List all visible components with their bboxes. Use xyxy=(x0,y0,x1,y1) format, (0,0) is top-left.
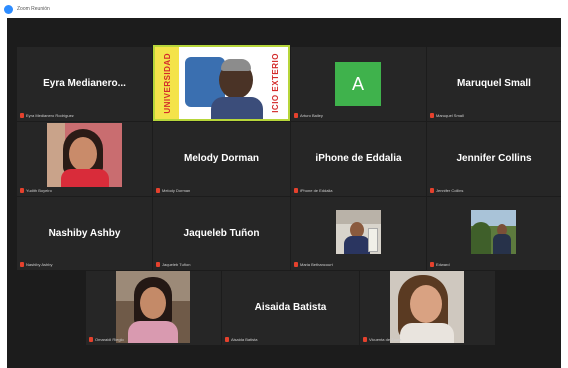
participant-tile[interactable]: iPhone de Eddalia iPhone de Eddalia xyxy=(291,122,426,196)
participant-tile[interactable]: Yudith Boyeiro xyxy=(17,122,152,196)
muted-mic-icon xyxy=(156,187,160,193)
participant-tile[interactable]: Jennifer Collins Jennifer Collins xyxy=(427,122,561,196)
participant-tile[interactable]: Edward xyxy=(427,197,561,270)
participant-tile[interactable]: Vicuenta de Zoom xyxy=(360,271,495,345)
participant-name: Eyra Medianero... xyxy=(43,77,126,89)
participant-video xyxy=(47,123,122,187)
participant-name: iPhone de Eddalia xyxy=(315,152,402,164)
muted-mic-icon xyxy=(20,112,24,118)
muted-mic-icon xyxy=(294,187,298,193)
muted-mic-icon xyxy=(430,112,434,118)
participant-tile[interactable]: Maria Bethancourt xyxy=(291,197,426,270)
muted-mic-icon xyxy=(294,261,298,267)
muted-mic-icon xyxy=(20,187,24,193)
participant-caption: Aisaida Batista xyxy=(225,335,257,343)
participant-video xyxy=(471,210,516,254)
participant-video: UNIVERSIDAD ICIO EXTERIO xyxy=(155,47,288,119)
participant-video xyxy=(336,210,381,254)
muted-mic-icon xyxy=(20,261,24,267)
window-title: Zoom Reunión xyxy=(17,6,50,12)
participant-tile[interactable]: Melody Dorman Melody Dorman xyxy=(153,122,290,196)
participant-caption: Maria Bethancourt xyxy=(294,260,333,268)
muted-mic-icon xyxy=(89,336,93,342)
participant-avatar: A xyxy=(335,62,381,106)
muted-mic-icon xyxy=(363,336,367,342)
muted-mic-icon xyxy=(430,187,434,193)
participant-name: Melody Dorman xyxy=(183,152,259,164)
participant-tile[interactable]: Omaraidi Rieglo xyxy=(86,271,221,345)
participant-name: Aisaida Batista xyxy=(254,301,327,313)
muted-mic-icon xyxy=(156,261,160,267)
window-titlebar: Zoom Reunión xyxy=(0,0,568,18)
participant-tile[interactable]: Jaqueleb Tuñon Jaqueleb Tuñon xyxy=(153,197,290,270)
participant-caption: Nashiby Ashby xyxy=(20,260,52,268)
participant-caption: iPhone de Eddalia xyxy=(294,186,332,194)
active-speaker-tile[interactable]: UNIVERSIDAD ICIO EXTERIO xyxy=(153,45,290,121)
participant-caption: Eyra Medianero Rodríguez xyxy=(20,111,74,119)
participant-tile[interactable]: Eyra Medianero... Eyra Medianero Rodrígu… xyxy=(17,47,152,121)
participant-caption: Omaraidi Rieglo xyxy=(89,335,124,343)
participant-caption: Edward xyxy=(430,260,450,268)
participant-caption: Vicuenta de Zoom xyxy=(363,335,401,343)
participant-caption: Arturo Bailey xyxy=(294,111,323,119)
muted-mic-icon xyxy=(430,261,434,267)
participant-caption: Maruquel Small xyxy=(430,111,464,119)
muted-mic-icon xyxy=(225,336,229,342)
gallery-view: Eyra Medianero... Eyra Medianero Rodrígu… xyxy=(7,18,561,368)
participant-name: Jennifer Collins xyxy=(456,152,532,164)
zoom-logo-icon xyxy=(4,4,13,14)
participant-name: Jaqueleb Tuñon xyxy=(183,227,260,239)
participant-caption: Jaqueleb Tuñon xyxy=(156,260,190,268)
participant-tile[interactable]: Nashiby Ashby Nashiby Ashby xyxy=(17,197,152,270)
participant-tile[interactable]: Maruquel Small Maruquel Small xyxy=(427,47,561,121)
participant-video xyxy=(116,271,190,343)
participant-video xyxy=(390,271,464,343)
participant-caption: Jennifer Collins xyxy=(430,186,463,194)
participant-name: Maruquel Small xyxy=(457,77,531,89)
participant-tile[interactable]: Aisaida Batista Aisaida Batista xyxy=(222,271,359,345)
participant-caption: Melody Dorman xyxy=(156,186,190,194)
participant-name: Nashiby Ashby xyxy=(48,227,121,239)
muted-mic-icon xyxy=(294,112,298,118)
participant-tile[interactable]: A Arturo Bailey xyxy=(291,47,426,121)
participant-caption: Yudith Boyeiro xyxy=(20,186,52,194)
